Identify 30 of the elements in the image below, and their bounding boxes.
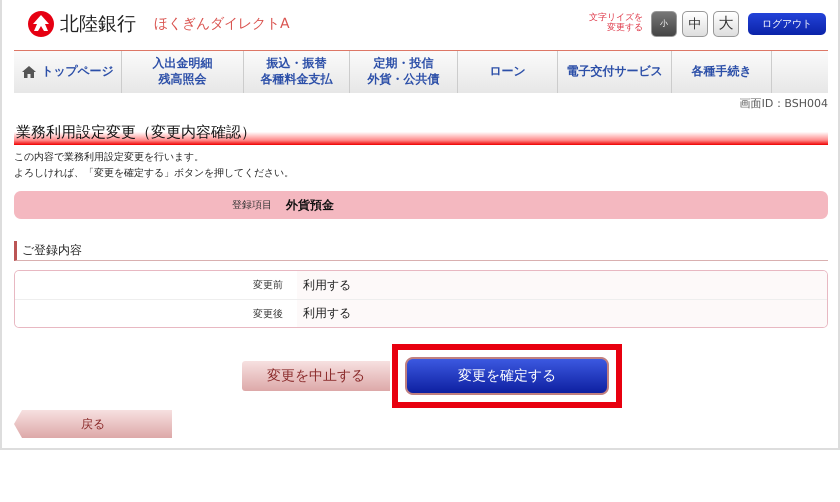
nav-tab[interactable]: 振込・振替 各種料金支払: [244, 51, 350, 93]
font-size-button[interactable]: 中: [682, 10, 708, 36]
screen-id: 画面ID：BSH004: [740, 96, 828, 111]
font-size-button[interactable]: 大: [713, 10, 739, 36]
nav-tab[interactable]: トップページ: [14, 51, 122, 93]
cancel-button[interactable]: 変更を中止する: [242, 361, 390, 391]
font-size-button[interactable]: 小: [651, 10, 677, 36]
back-button[interactable]: 戻る: [14, 410, 172, 438]
nav-tab[interactable]: ローン: [458, 51, 558, 93]
detail-label: 変更前: [252, 278, 283, 292]
nav-tab[interactable]: 定期・投信 外貨・公共債: [350, 51, 458, 93]
logo-icon: [28, 10, 54, 36]
font-size-label: 文字リイズを 変更する: [589, 14, 643, 34]
registration-label: 登録項目: [231, 199, 272, 212]
logout-button[interactable]: ログアウト: [748, 12, 826, 34]
nav-tab-label[interactable]: トップページ: [42, 64, 114, 80]
page-title: 業務利用設定変更（変更内容確認）: [14, 121, 828, 145]
section-title: ご登録内容: [14, 241, 828, 261]
intro-text: この内容で業務利用設定変更を行います。 よろしければ、「変更を確定する」ボタンを押してください。: [14, 150, 295, 180]
service-name: ほくぎんダイレクトA: [154, 14, 290, 32]
confirm-button[interactable]: 変更を確定する: [405, 357, 609, 395]
registration-value: 外貨預金: [286, 196, 334, 214]
home-icon: [22, 66, 36, 78]
detail-value: 利用する: [297, 271, 827, 299]
nav-tab[interactable]: 電子交付サービス: [558, 51, 672, 93]
detail-label: 変更後: [252, 308, 283, 320]
nav-tab[interactable]: 各種手続き: [672, 51, 772, 93]
bank-name: 北陸銀行: [60, 12, 136, 36]
detail-value: 利用する: [297, 300, 827, 327]
nav-tab[interactable]: 入出金明細 残高照会: [122, 51, 244, 93]
